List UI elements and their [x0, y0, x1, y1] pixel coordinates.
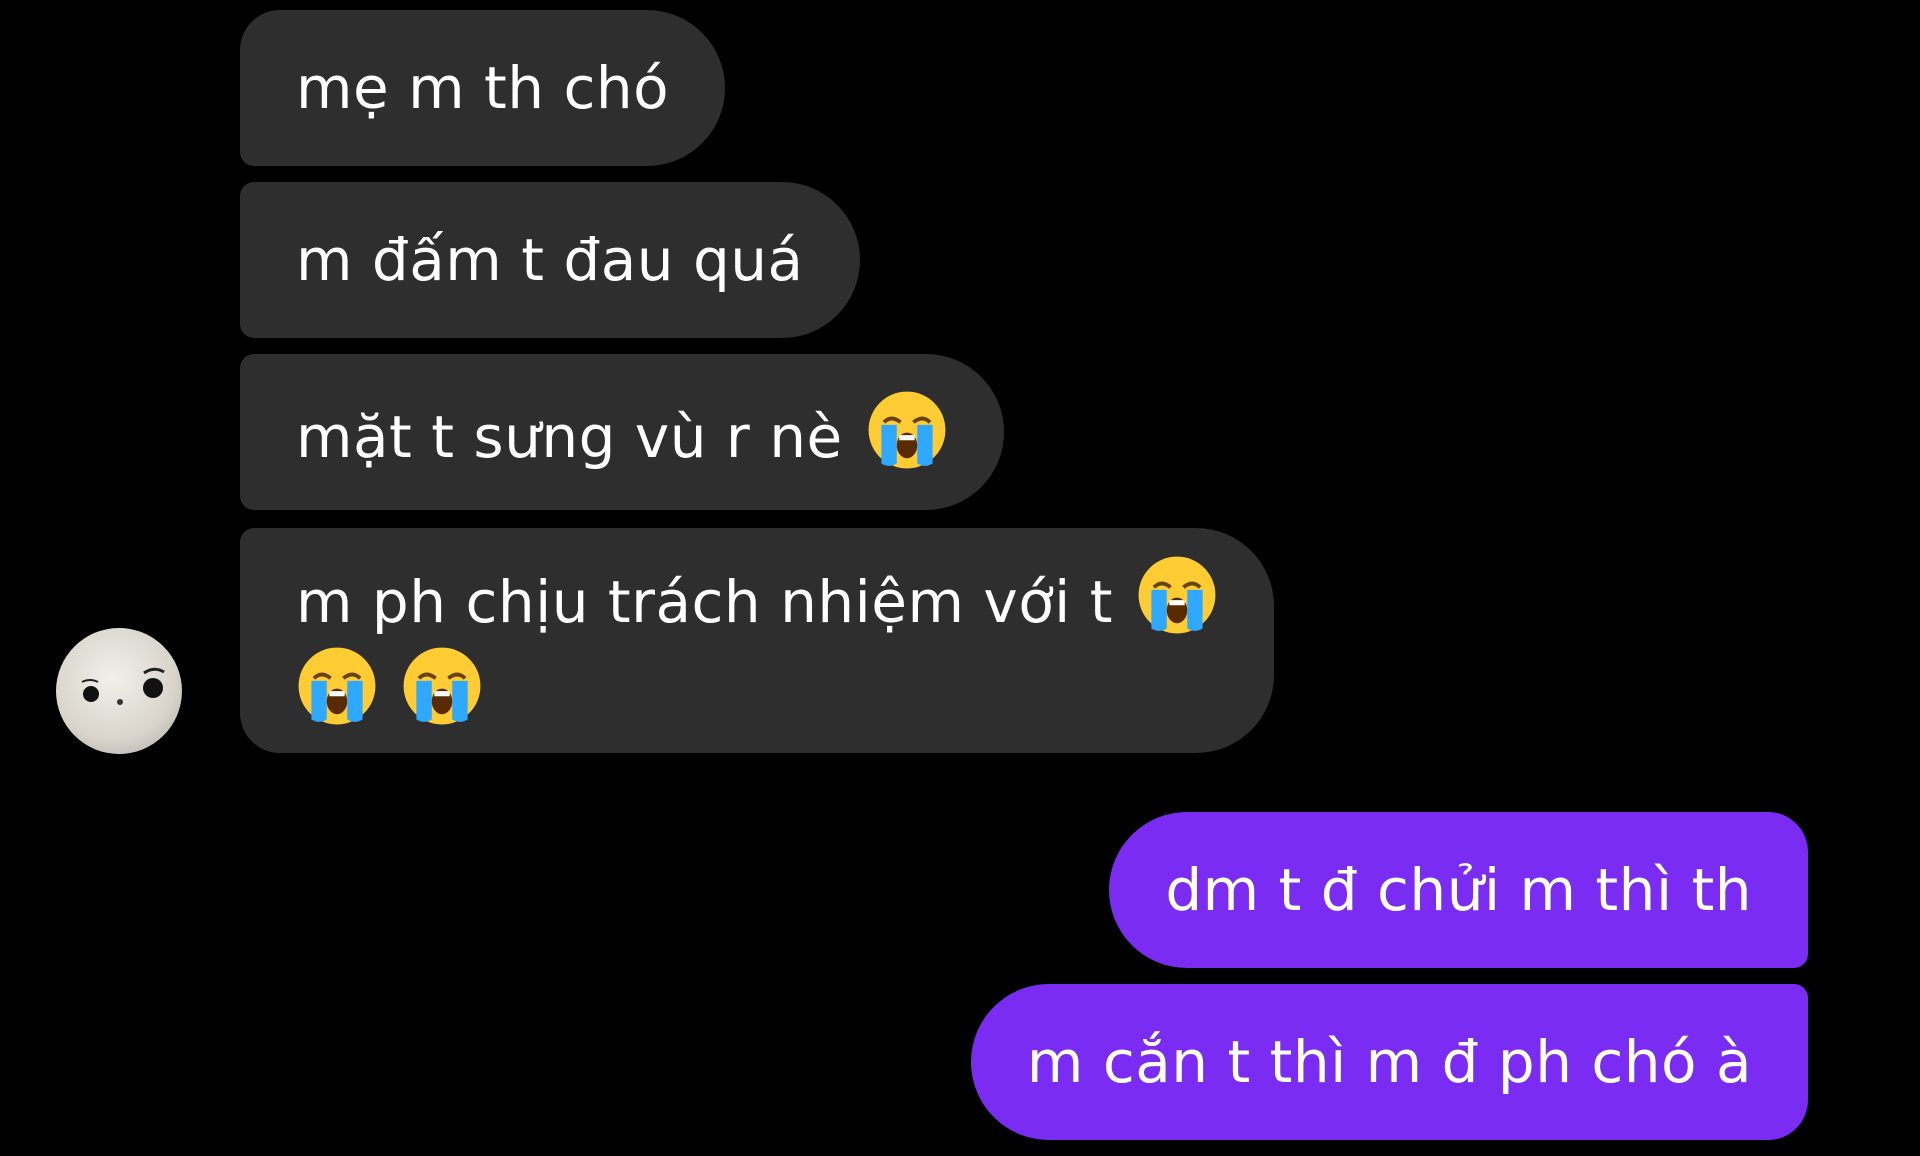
- chat-thread: mẹ m th chó m đấm t đau quá mặt t sưng v…: [0, 0, 1920, 1156]
- message-text: m đấm t đau quá: [296, 226, 804, 294]
- message-bubble-incoming[interactable]: m đấm t đau quá: [240, 182, 860, 338]
- message-bubble-outgoing[interactable]: dm t đ chửi m thì th: [1109, 812, 1808, 968]
- loudly-crying-face-icon: [1138, 556, 1216, 634]
- message-bubble-outgoing[interactable]: m cắn t thì m đ ph chó à: [970, 984, 1808, 1140]
- message-bubble-incoming[interactable]: mặt t sưng vù r nè: [240, 354, 1004, 510]
- message-text: mẹ m th chó: [296, 54, 670, 122]
- avatar[interactable]: [56, 628, 182, 754]
- message-text: dm t đ chửi m thì th: [1165, 856, 1752, 924]
- message-text: m cắn t thì m đ ph chó à: [1026, 1028, 1752, 1096]
- message-text: m ph chịu trách nhiệm với t: [296, 568, 1113, 636]
- loudly-crying-face-icon: [868, 391, 946, 469]
- message-bubble-incoming[interactable]: mẹ m th chó: [240, 10, 726, 166]
- loudly-crying-face-icon: [403, 647, 481, 725]
- message-text: mặt t sưng vù r nè: [296, 403, 843, 471]
- avatar-face-icon: [81, 667, 165, 705]
- message-bubble-incoming[interactable]: m ph chịu trách nhiệm với t: [240, 528, 1274, 753]
- loudly-crying-face-icon: [298, 647, 376, 725]
